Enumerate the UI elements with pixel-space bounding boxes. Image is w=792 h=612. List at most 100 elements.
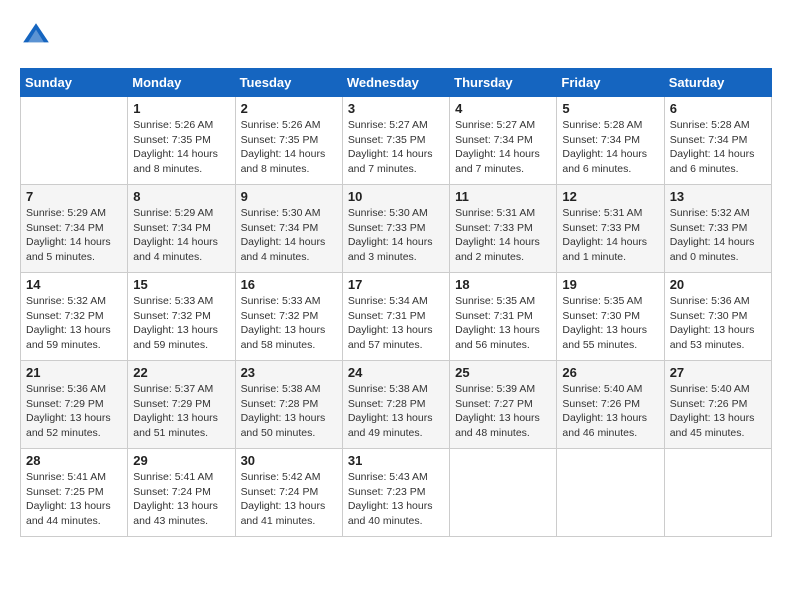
- calendar-cell: [21, 97, 128, 185]
- day-detail: Sunrise: 5:33 AM Sunset: 7:32 PM Dayligh…: [133, 294, 229, 353]
- calendar-cell: [450, 449, 557, 537]
- day-detail: Sunrise: 5:40 AM Sunset: 7:26 PM Dayligh…: [670, 382, 766, 441]
- day-detail: Sunrise: 5:26 AM Sunset: 7:35 PM Dayligh…: [241, 118, 337, 177]
- column-header-thursday: Thursday: [450, 69, 557, 97]
- calendar-cell: 7Sunrise: 5:29 AM Sunset: 7:34 PM Daylig…: [21, 185, 128, 273]
- day-number: 26: [562, 365, 658, 380]
- day-detail: Sunrise: 5:43 AM Sunset: 7:23 PM Dayligh…: [348, 470, 444, 529]
- calendar-cell: 14 Sunrise: 5:32 AM Sunset: 7:32 PM Dayli…: [21, 273, 128, 361]
- calendar-cell: 26 Sunrise: 5:40 AM Sunset: 7:26 PM Dayli…: [557, 361, 664, 449]
- calendar-header-row: SundayMondayTuesdayWednesdayThursdayFrid…: [21, 69, 772, 97]
- calendar-cell: 20 Sunrise: 5:36 AM Sunset: 7:30 PM Dayli…: [664, 273, 771, 361]
- day-detail: Sunrise: 5:41 AM Sunset: 7:25 PM Dayligh…: [26, 470, 122, 529]
- calendar-cell: [664, 449, 771, 537]
- day-detail: Sunrise: 5:30 AM Sunset: 7:34 PM Dayligh…: [241, 206, 337, 265]
- column-header-friday: Friday: [557, 69, 664, 97]
- calendar-cell: 22Sunrise: 5:37 AM Sunset: 7:29 PM Dayli…: [128, 361, 235, 449]
- column-header-monday: Monday: [128, 69, 235, 97]
- logo-icon: [20, 20, 52, 52]
- day-number: 14: [26, 277, 122, 292]
- calendar-cell: 13 Sunrise: 5:32 AM Sunset: 7:33 PM Dayli…: [664, 185, 771, 273]
- day-detail: Sunrise: 5:33 AM Sunset: 7:32 PM Dayligh…: [241, 294, 337, 353]
- day-number: 7: [26, 189, 122, 204]
- day-number: 28: [26, 453, 122, 468]
- calendar-cell: 1 Sunrise: 5:26 AM Sunset: 7:35 PM Daylig…: [128, 97, 235, 185]
- day-number: 29: [133, 453, 229, 468]
- day-number: 8: [133, 189, 229, 204]
- calendar-cell: 30Sunrise: 5:42 AM Sunset: 7:24 PM Dayli…: [235, 449, 342, 537]
- day-detail: Sunrise: 5:38 AM Sunset: 7:28 PM Dayligh…: [348, 382, 444, 441]
- calendar-cell: 8 Sunrise: 5:29 AM Sunset: 7:34 PM Daylig…: [128, 185, 235, 273]
- calendar-week-2: 14 Sunrise: 5:32 AM Sunset: 7:32 PM Dayli…: [21, 273, 772, 361]
- day-detail: Sunrise: 5:28 AM Sunset: 7:34 PM Dayligh…: [670, 118, 766, 177]
- column-header-sunday: Sunday: [21, 69, 128, 97]
- day-detail: Sunrise: 5:34 AM Sunset: 7:31 PM Dayligh…: [348, 294, 444, 353]
- day-detail: Sunrise: 5:32 AM Sunset: 7:32 PM Dayligh…: [26, 294, 122, 353]
- calendar-week-1: 7 Sunrise: 5:29 AM Sunset: 7:34 PM Daylig…: [21, 185, 772, 273]
- calendar-cell: 15 Sunrise: 5:33 AM Sunset: 7:32 PM Dayli…: [128, 273, 235, 361]
- calendar-week-0: 1 Sunrise: 5:26 AM Sunset: 7:35 PM Daylig…: [21, 97, 772, 185]
- calendar-cell: 31Sunrise: 5:43 AM Sunset: 7:23 PM Dayli…: [342, 449, 449, 537]
- day-detail: Sunrise: 5:36 AM Sunset: 7:29 PM Dayligh…: [26, 382, 122, 441]
- calendar-cell: 4 Sunrise: 5:27 AM Sunset: 7:34 PM Daylig…: [450, 97, 557, 185]
- calendar-cell: [557, 449, 664, 537]
- day-detail: Sunrise: 5:36 AM Sunset: 7:30 PM Dayligh…: [670, 294, 766, 353]
- calendar-cell: 10 Sunrise: 5:30 AM Sunset: 7:33 PM Dayli…: [342, 185, 449, 273]
- day-detail: Sunrise: 5:41 AM Sunset: 7:24 PM Dayligh…: [133, 470, 229, 529]
- calendar-cell: 5 Sunrise: 5:28 AM Sunset: 7:34 PM Daylig…: [557, 97, 664, 185]
- day-number: 12: [562, 189, 658, 204]
- day-number: 27: [670, 365, 766, 380]
- calendar-cell: 19Sunrise: 5:35 AM Sunset: 7:30 PM Dayli…: [557, 273, 664, 361]
- day-number: 13: [670, 189, 766, 204]
- day-number: 2: [241, 101, 337, 116]
- day-detail: Sunrise: 5:40 AM Sunset: 7:26 PM Dayligh…: [562, 382, 658, 441]
- day-number: 22: [133, 365, 229, 380]
- day-detail: Sunrise: 5:26 AM Sunset: 7:35 PM Dayligh…: [133, 118, 229, 177]
- calendar-week-3: 21 Sunrise: 5:36 AM Sunset: 7:29 PM Dayli…: [21, 361, 772, 449]
- day-number: 21: [26, 365, 122, 380]
- calendar-cell: 27 Sunrise: 5:40 AM Sunset: 7:26 PM Dayli…: [664, 361, 771, 449]
- day-number: 3: [348, 101, 444, 116]
- day-detail: Sunrise: 5:27 AM Sunset: 7:34 PM Dayligh…: [455, 118, 551, 177]
- day-detail: Sunrise: 5:35 AM Sunset: 7:30 PM Dayligh…: [562, 294, 658, 353]
- day-detail: Sunrise: 5:30 AM Sunset: 7:33 PM Dayligh…: [348, 206, 444, 265]
- day-detail: Sunrise: 5:39 AM Sunset: 7:27 PM Dayligh…: [455, 382, 551, 441]
- calendar-cell: 21 Sunrise: 5:36 AM Sunset: 7:29 PM Dayli…: [21, 361, 128, 449]
- day-detail: Sunrise: 5:42 AM Sunset: 7:24 PM Dayligh…: [241, 470, 337, 529]
- day-detail: Sunrise: 5:35 AM Sunset: 7:31 PM Dayligh…: [455, 294, 551, 353]
- day-detail: Sunrise: 5:29 AM Sunset: 7:34 PM Dayligh…: [133, 206, 229, 265]
- day-number: 18: [455, 277, 551, 292]
- calendar-cell: 17 Sunrise: 5:34 AM Sunset: 7:31 PM Dayli…: [342, 273, 449, 361]
- day-detail: Sunrise: 5:28 AM Sunset: 7:34 PM Dayligh…: [562, 118, 658, 177]
- day-number: 6: [670, 101, 766, 116]
- calendar-cell: 28 Sunrise: 5:41 AM Sunset: 7:25 PM Dayli…: [21, 449, 128, 537]
- day-number: 4: [455, 101, 551, 116]
- day-detail: Sunrise: 5:32 AM Sunset: 7:33 PM Dayligh…: [670, 206, 766, 265]
- day-number: 24: [348, 365, 444, 380]
- calendar-cell: 2 Sunrise: 5:26 AM Sunset: 7:35 PM Daylig…: [235, 97, 342, 185]
- calendar-cell: 9 Sunrise: 5:30 AM Sunset: 7:34 PM Daylig…: [235, 185, 342, 273]
- day-number: 20: [670, 277, 766, 292]
- day-number: 1: [133, 101, 229, 116]
- day-number: 5: [562, 101, 658, 116]
- calendar-table: SundayMondayTuesdayWednesdayThursdayFrid…: [20, 68, 772, 537]
- day-number: 10: [348, 189, 444, 204]
- calendar-cell: 3 Sunrise: 5:27 AM Sunset: 7:35 PM Daylig…: [342, 97, 449, 185]
- day-number: 9: [241, 189, 337, 204]
- calendar-cell: 11Sunrise: 5:31 AM Sunset: 7:33 PM Dayli…: [450, 185, 557, 273]
- calendar-cell: 29 Sunrise: 5:41 AM Sunset: 7:24 PM Dayli…: [128, 449, 235, 537]
- day-number: 17: [348, 277, 444, 292]
- day-detail: Sunrise: 5:27 AM Sunset: 7:35 PM Dayligh…: [348, 118, 444, 177]
- column-header-wednesday: Wednesday: [342, 69, 449, 97]
- calendar-cell: 12Sunrise: 5:31 AM Sunset: 7:33 PM Dayli…: [557, 185, 664, 273]
- day-number: 23: [241, 365, 337, 380]
- column-header-tuesday: Tuesday: [235, 69, 342, 97]
- day-number: 15: [133, 277, 229, 292]
- logo: [20, 20, 56, 52]
- calendar-cell: 25Sunrise: 5:39 AM Sunset: 7:27 PM Dayli…: [450, 361, 557, 449]
- calendar-cell: 16Sunrise: 5:33 AM Sunset: 7:32 PM Dayli…: [235, 273, 342, 361]
- day-detail: Sunrise: 5:38 AM Sunset: 7:28 PM Dayligh…: [241, 382, 337, 441]
- calendar-cell: 24 Sunrise: 5:38 AM Sunset: 7:28 PM Dayli…: [342, 361, 449, 449]
- day-detail: Sunrise: 5:31 AM Sunset: 7:33 PM Dayligh…: [455, 206, 551, 265]
- column-header-saturday: Saturday: [664, 69, 771, 97]
